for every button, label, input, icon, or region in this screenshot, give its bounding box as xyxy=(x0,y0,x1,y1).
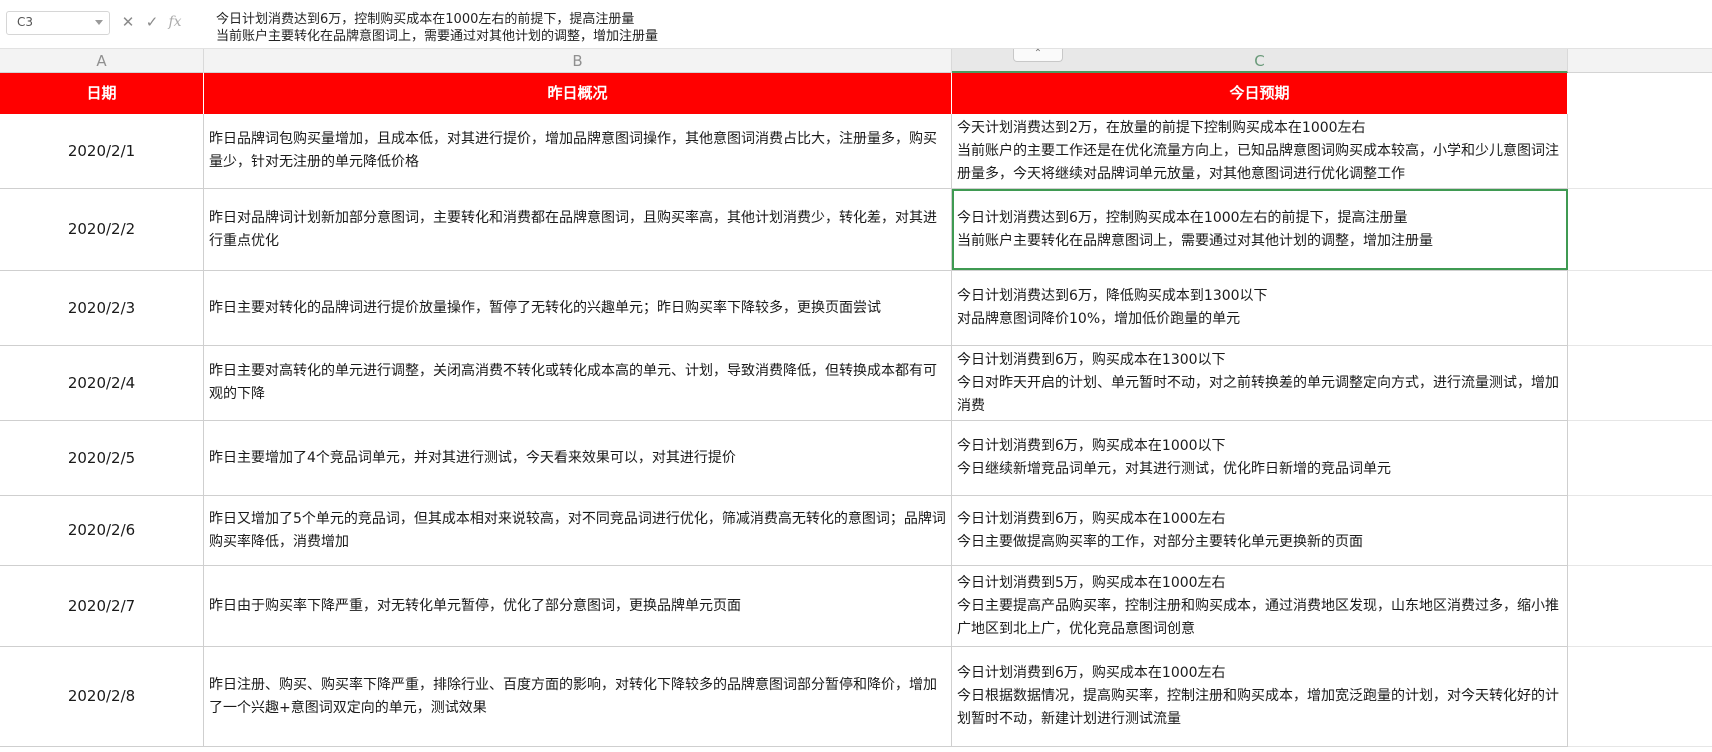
header-row: 日期 昨日概况 今日预期 xyxy=(0,73,1712,114)
cell-text: 昨日主要增加了4个竞品词单元，并对其进行测试，今天看来效果可以，对其进行提价 xyxy=(209,449,736,466)
yesterday-cell[interactable]: 昨日又增加了5个单元的竞品词，但其成本相对来说较高，对不同竞品词进行优化，筛减消… xyxy=(204,496,952,565)
cell-text: 今日对昨天开启的计划、单元暂时不动，对之前转换差的单元调整定向方式，进行流量测试… xyxy=(957,374,1559,414)
name-box-value: C3 xyxy=(17,15,34,29)
date-cell[interactable]: 2020/2/4 xyxy=(0,346,204,420)
yesterday-cell[interactable]: 昨日对品牌词计划新加部分意图词，主要转化和消费都在品牌意图词，且购买率高，其他计… xyxy=(204,189,952,270)
today-cell[interactable]: 今日计划消费到6万，购买成本在1000左右 今日主要做提高购买率的工作，对部分主… xyxy=(952,496,1568,565)
empty-cell[interactable] xyxy=(1568,647,1712,747)
table-row: 2020/2/6 昨日又增加了5个单元的竞品词，但其成本相对来说较高，对不同竞品… xyxy=(0,496,1568,566)
yesterday-cell[interactable]: 昨日由于购买率下降严重，对无转化单元暂停，优化了部分意图词，更换品牌单元页面 xyxy=(204,566,952,646)
close-icon[interactable]: ✕ xyxy=(119,13,137,31)
selected-cell[interactable]: 今日计划消费达到6万，控制购买成本在1000左右的前提下，提高注册量 当前账户主… xyxy=(952,189,1568,270)
name-box[interactable]: C3 xyxy=(6,11,110,35)
date-cell[interactable]: 2020/2/1 xyxy=(0,114,204,188)
cell-text: 昨日由于购买率下降严重，对无转化单元暂停，优化了部分意图词，更换品牌单元页面 xyxy=(209,597,741,614)
cell-text: 今日根据数据情况，提高购买率，控制注册和购买成本，增加宽泛跑量的计划，对今天转化… xyxy=(957,688,1559,727)
header-today[interactable]: 今日预期 xyxy=(952,73,1568,114)
cell-text: 昨日对品牌词计划新加部分意图词，主要转化和消费都在品牌意图词，且购买率高，其他计… xyxy=(209,209,937,249)
cell-text: 今天计划消费达到2万，在放量的前提下控制购买成本在1000左右 xyxy=(957,119,1366,136)
cell-text: 今日主要提高产品购买率，控制注册和购买成本，通过消费地区发现，山东地区消费过多，… xyxy=(957,597,1559,637)
empty-cell[interactable] xyxy=(1568,496,1712,566)
empty-cell[interactable] xyxy=(1568,346,1712,421)
today-cell[interactable]: 今日计划消费到6万，购买成本在1000以下 今日继续新增竞品词单元，对其进行测试… xyxy=(952,421,1568,495)
cell-text: 昨日品牌词包购买量增加，且成本低，对其进行提价，增加品牌意图词操作，其他意图词消… xyxy=(209,131,937,170)
today-cell[interactable]: 今日计划消费到5万，购买成本在1000左右 今日主要提高产品购买率，控制注册和购… xyxy=(952,566,1568,646)
sheet-grid: 2020/2/1 昨日品牌词包购买量增加，且成本低，对其进行提价，增加品牌意图词… xyxy=(0,114,1712,752)
cell-text: 今日计划消费到6万，购买成本在1000以下 xyxy=(957,438,1226,454)
formula-input[interactable]: 今日计划消费达到6万，控制购买成本在1000左右的前提下，提高注册量 当前账户主… xyxy=(216,11,1696,45)
today-cell[interactable]: 今日计划消费到6万，购买成本在1300以下 今日对昨天开启的计划、单元暂时不动，… xyxy=(952,346,1568,420)
table-row: 2020/2/4 昨日主要对高转化的单元进行调整，关闭高消费不转化或转化成本高的… xyxy=(0,346,1568,421)
cell-text: 今日继续新增竞品词单元，对其进行测试，优化昨日新增的竞品词单元 xyxy=(957,461,1391,477)
formula-line: 今日计划消费达到6万，控制购买成本在1000左右的前提下，提高注册量 xyxy=(216,12,635,27)
empty-cell[interactable] xyxy=(1568,566,1712,647)
cell-text: 昨日又增加了5个单元的竞品词，但其成本相对来说较高，对不同竞品词进行优化，筛减消… xyxy=(209,510,946,550)
yesterday-cell[interactable]: 昨日注册、购买、购买率下降严重，排除行业、百度方面的影响，对转化下降较多的品牌意… xyxy=(204,647,952,746)
cell-text: 今日计划消费到5万，购买成本在1000左右 xyxy=(957,574,1226,591)
cell-text: 当前账户的主要工作还是在优化流量方向上，已知品牌意图词购买成本较高，小学和少儿意… xyxy=(957,142,1559,182)
empty-cell[interactable] xyxy=(1568,271,1712,346)
empty-cell[interactable] xyxy=(1568,73,1712,114)
date-cell[interactable]: 2020/2/2 xyxy=(0,189,204,270)
date-cell[interactable]: 2020/2/7 xyxy=(0,566,204,646)
cell-text: 今日计划消费到6万，购买成本在1300以下 xyxy=(957,351,1226,368)
cell-text: 今日计划消费到6万，购买成本在1000左右 xyxy=(957,510,1226,527)
fx-icon[interactable]: fx xyxy=(166,13,184,31)
table-row: 2020/2/3 昨日主要对转化的品牌词进行提价放量操作，暂停了无转化的兴趣单元… xyxy=(0,271,1568,346)
table-row: 2020/2/5 昨日主要增加了4个竞品词单元，并对其进行测试，今天看来效果可以… xyxy=(0,421,1568,496)
empty-cell[interactable] xyxy=(1568,421,1712,496)
empty-cell[interactable] xyxy=(1568,189,1712,271)
date-cell[interactable]: 2020/2/6 xyxy=(0,496,204,565)
cell-text: 今日计划消费到6万，购买成本在1000左右 xyxy=(957,665,1226,681)
table-row: 2020/2/2 昨日对品牌词计划新加部分意图词，主要转化和消费都在品牌意图词，… xyxy=(0,189,1568,271)
check-icon[interactable]: ✓ xyxy=(143,13,161,31)
cell-text: 当前账户主要转化在品牌意图词上，需要通过对其他计划的调整，增加注册量 xyxy=(957,232,1433,249)
chevron-down-icon[interactable] xyxy=(95,20,103,25)
date-cell[interactable]: 2020/2/3 xyxy=(0,271,204,345)
cell-text: 昨日注册、购买、购买率下降严重，排除行业、百度方面的影响，对转化下降较多的品牌意… xyxy=(209,676,937,716)
date-cell[interactable]: 2020/2/5 xyxy=(0,421,204,495)
collapse-formula-bar-toggle[interactable]: ⌃ xyxy=(1013,49,1063,62)
yesterday-cell[interactable]: 昨日主要对高转化的单元进行调整，关闭高消费不转化或转化成本高的单元、计划，导致消… xyxy=(204,346,952,420)
yesterday-cell[interactable]: 昨日主要对转化的品牌词进行提价放量操作，暂停了无转化的兴趣单元；昨日购买率下降较… xyxy=(204,271,952,345)
column-header-b[interactable]: B xyxy=(204,49,952,73)
table-row: 2020/2/1 昨日品牌词包购买量增加，且成本低，对其进行提价，增加品牌意图词… xyxy=(0,114,1568,189)
column-header-a[interactable]: A xyxy=(0,49,204,73)
today-cell[interactable]: 今天计划消费达到2万，在放量的前提下控制购买成本在1000左右 当前账户的主要工… xyxy=(952,114,1568,188)
header-date[interactable]: 日期 xyxy=(0,73,204,114)
today-cell[interactable]: 今日计划消费到6万，购买成本在1000左右 今日根据数据情况，提高购买率，控制注… xyxy=(952,647,1568,746)
cell-text: 今日主要做提高购买率的工作，对部分主要转化单元更换新的页面 xyxy=(957,533,1363,550)
cell-text: 昨日主要对转化的品牌词进行提价放量操作，暂停了无转化的兴趣单元；昨日购买率下降较… xyxy=(209,299,881,316)
header-yesterday[interactable]: 昨日概况 xyxy=(204,73,952,114)
cell-text: 今日计划消费达到6万，控制购买成本在1000左右的前提下，提高注册量 xyxy=(957,209,1408,226)
table-row: 2020/2/7 昨日由于购买率下降严重，对无转化单元暂停，优化了部分意图词，更… xyxy=(0,566,1568,647)
formula-bar: C3 ✕ ✓ fx 今日计划消费达到6万，控制购买成本在1000左右的前提下，提… xyxy=(0,0,1712,49)
formula-line: 当前账户主要转化在品牌意图词上，需要通过对其他计划的调整，增加注册量 xyxy=(216,29,659,44)
yesterday-cell[interactable]: 昨日品牌词包购买量增加，且成本低，对其进行提价，增加品牌意图词操作，其他意图词消… xyxy=(204,114,952,188)
cell-text: 昨日主要对高转化的单元进行调整，关闭高消费不转化或转化成本高的单元、计划，导致消… xyxy=(209,363,937,402)
today-cell[interactable]: 今日计划消费达到6万，降低购买成本到1300以下 对品牌意图词降价10%，增加低… xyxy=(952,271,1568,345)
table-row: 2020/2/8 昨日注册、购买、购买率下降严重，排除行业、百度方面的影响，对转… xyxy=(0,647,1568,747)
cell-text: 今日计划消费达到6万，降低购买成本到1300以下 xyxy=(957,288,1268,304)
yesterday-cell[interactable]: 昨日主要增加了4个竞品词单元，并对其进行测试，今天看来效果可以，对其进行提价 xyxy=(204,421,952,495)
column-header-bar: A B C xyxy=(0,49,1712,73)
date-cell[interactable]: 2020/2/8 xyxy=(0,647,204,746)
empty-cell[interactable] xyxy=(1568,114,1712,189)
cell-text: 对品牌意图词降价10%，增加低价跑量的单元 xyxy=(957,311,1241,327)
